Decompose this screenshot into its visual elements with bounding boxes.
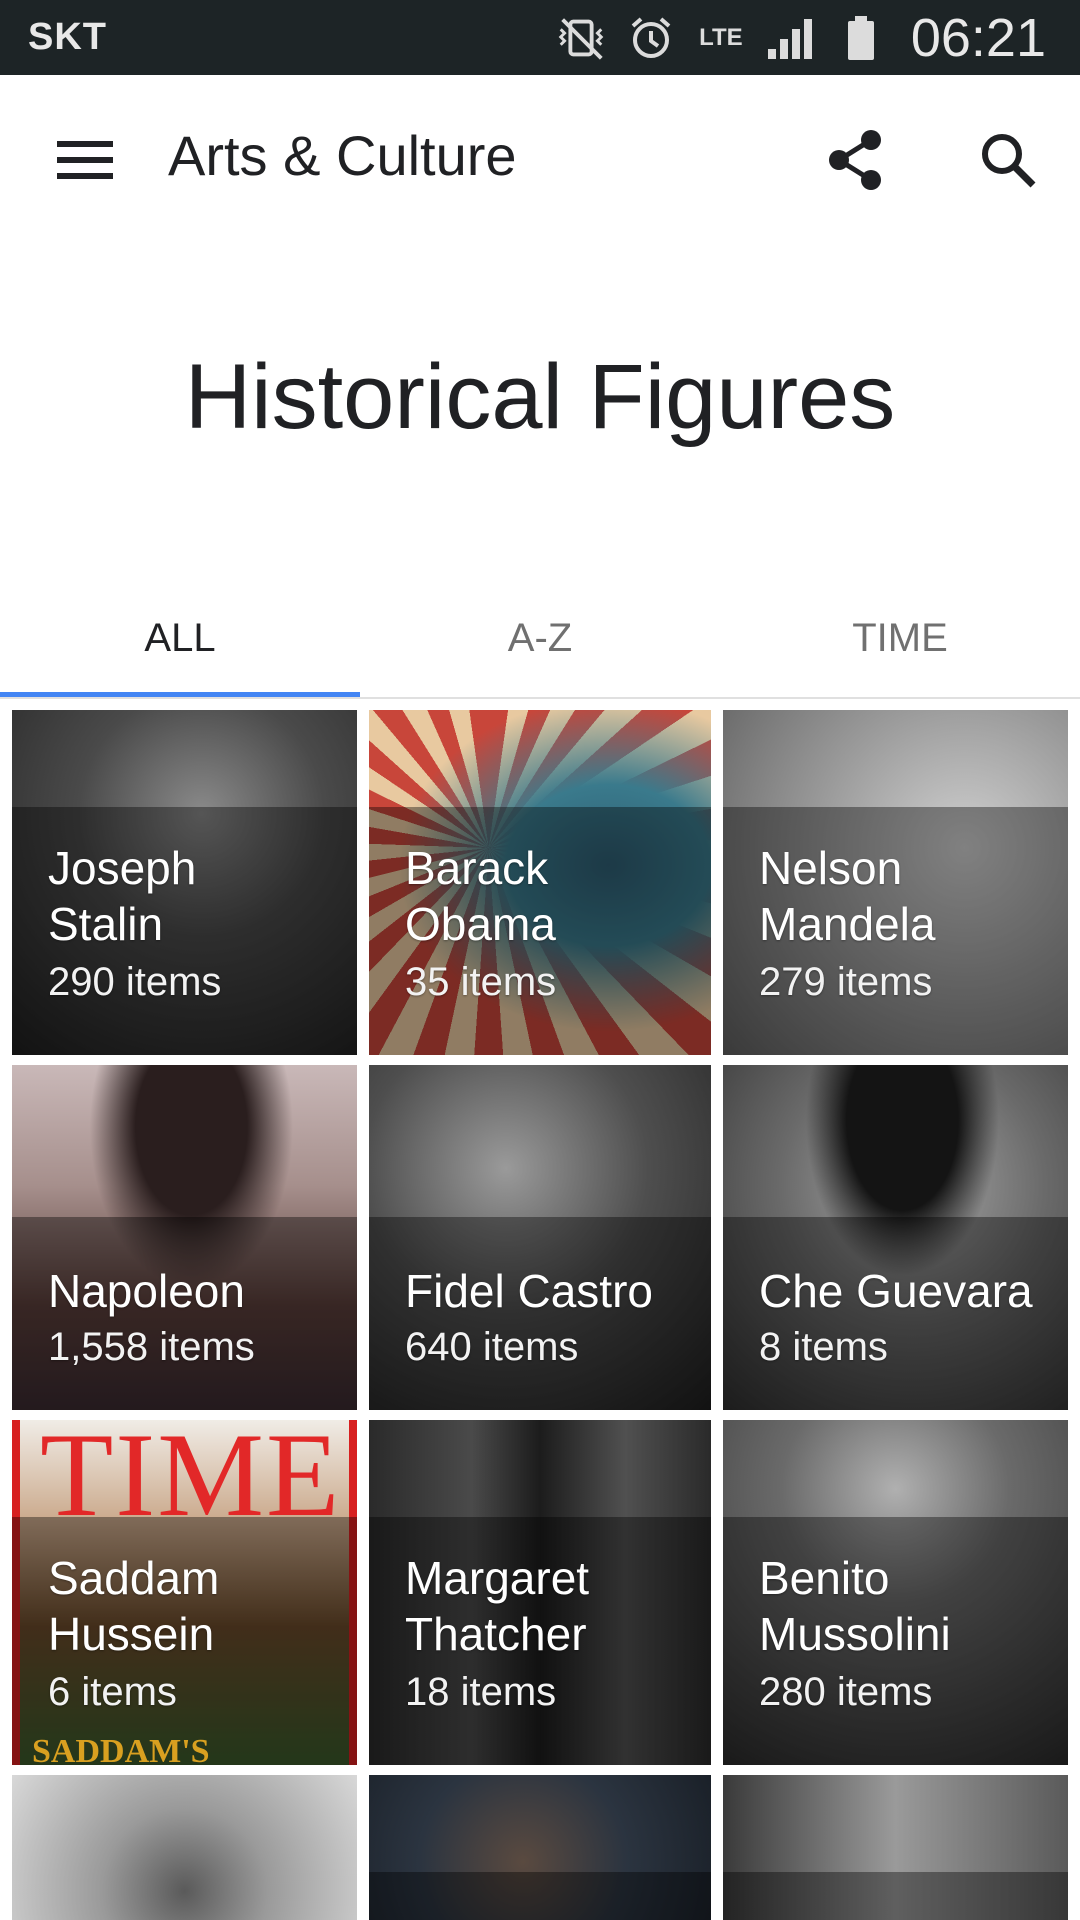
- figure-name: Barack Obama: [405, 840, 556, 952]
- figure-name-line: Fidel Castro: [405, 1265, 653, 1317]
- page-title: Historical Figures: [184, 346, 896, 448]
- share-icon: [829, 130, 881, 190]
- search-button[interactable]: [968, 120, 1048, 200]
- figure-name: Benito Mussolini: [759, 1550, 951, 1662]
- figure-item-count: 280 items: [759, 1670, 933, 1714]
- figure-item-count: 1,558 items: [48, 1325, 255, 1369]
- figure-name-line: Saddam: [48, 1552, 220, 1604]
- figure-name: Saddam Hussein: [48, 1550, 219, 1662]
- figure-name-line: Nelson: [759, 842, 903, 894]
- figure-item-count: 18 items: [405, 1670, 557, 1714]
- figure-name-line: Stalin: [48, 898, 164, 950]
- clock: 06:21: [910, 7, 1046, 68]
- figure-tile[interactable]: [12, 1775, 357, 1920]
- figure-name: Joseph Stalin: [48, 840, 196, 952]
- figure-tile-barack-obama[interactable]: Barack Obama 35 items: [369, 710, 711, 1055]
- tab-time[interactable]: TIME: [720, 580, 1080, 697]
- figure-name-line: Hussein: [48, 1608, 215, 1660]
- figure-item-count: 279 items: [759, 960, 933, 1004]
- figure-tile[interactable]: [369, 1775, 711, 1920]
- figure-tile-napoleon[interactable]: Napoleon 1,558 items: [12, 1065, 357, 1410]
- battery-icon: [833, 10, 889, 66]
- tab-bar: ALL A-Z TIME: [0, 580, 1080, 700]
- figure-item-count: 8 items: [759, 1325, 888, 1369]
- tab-all[interactable]: ALL: [0, 580, 360, 697]
- figure-name-line: Margaret: [405, 1552, 590, 1604]
- menu-icon: [57, 141, 113, 179]
- figure-item-count: 6 items: [48, 1670, 177, 1714]
- lte-indicator: LTE: [693, 10, 749, 66]
- figure-name: Nelson Mandela: [759, 840, 935, 952]
- tab-a-z[interactable]: A-Z: [360, 580, 720, 697]
- app-bar: Arts & Culture: [0, 75, 1080, 245]
- figure-name: Fidel Castro: [405, 1263, 653, 1319]
- figure-name-line: Obama: [405, 898, 556, 950]
- figure-tile-che-guevara[interactable]: Che Guevara 8 items: [723, 1065, 1068, 1410]
- figure-image: [12, 1775, 357, 1920]
- figure-name-line: Benito: [759, 1552, 890, 1604]
- tab-label: ALL: [144, 616, 216, 660]
- status-bar: SKT LTE 06:21: [0, 0, 1080, 75]
- figure-tile-nelson-mandela[interactable]: Nelson Mandela 279 items: [723, 710, 1068, 1055]
- tab-divider: [0, 697, 1080, 699]
- network-label: LTE: [699, 23, 743, 51]
- figure-name: Napoleon: [48, 1263, 245, 1319]
- figure-tile-margaret-thatcher[interactable]: Margaret Thatcher 18 items: [369, 1420, 711, 1765]
- figure-name-line: Thatcher: [405, 1608, 587, 1660]
- figure-item-count: 35 items: [405, 960, 557, 1004]
- figure-tile-saddam-hussein[interactable]: TIME SADDAM'S Saddam Hussein 6 items: [12, 1420, 357, 1765]
- figure-tile-benito-mussolini[interactable]: Benito Mussolini 280 items: [723, 1420, 1068, 1765]
- tab-label: A-Z: [507, 616, 573, 660]
- vibrate-mute-icon: [553, 10, 609, 66]
- tab-label: TIME: [852, 616, 948, 660]
- figure-name: Che Guevara: [759, 1263, 1033, 1319]
- status-icons: LTE 06:21: [553, 7, 1046, 69]
- caption-overlay: [369, 1872, 711, 1920]
- signal-icon: [763, 10, 819, 66]
- figure-name-line: Mandela: [759, 898, 936, 950]
- caption-overlay: [723, 1872, 1068, 1920]
- figure-name-line: Mussolini: [759, 1608, 951, 1660]
- figure-name-line: Barack: [405, 842, 549, 894]
- figure-name-line: Che Guevara: [759, 1265, 1033, 1317]
- figure-tile-fidel-castro[interactable]: Fidel Castro 640 items: [369, 1065, 711, 1410]
- search-icon: [982, 134, 1036, 188]
- figure-name: Margaret Thatcher: [405, 1550, 589, 1662]
- carrier-label: SKT: [28, 16, 107, 58]
- alarm-icon: [623, 10, 679, 66]
- app-title: Arts & Culture: [168, 124, 517, 187]
- figure-tile[interactable]: [723, 1775, 1068, 1920]
- magazine-cover-subtitle: SADDAM'S: [32, 1733, 210, 1765]
- share-button[interactable]: [815, 120, 895, 200]
- menu-button[interactable]: [40, 125, 130, 195]
- figure-tile-joseph-stalin[interactable]: Joseph Stalin 290 items: [12, 710, 357, 1055]
- figure-item-count: 640 items: [405, 1325, 579, 1369]
- figure-name-line: Joseph: [48, 842, 197, 894]
- figure-item-count: 290 items: [48, 960, 222, 1004]
- figure-name-line: Napoleon: [48, 1265, 245, 1317]
